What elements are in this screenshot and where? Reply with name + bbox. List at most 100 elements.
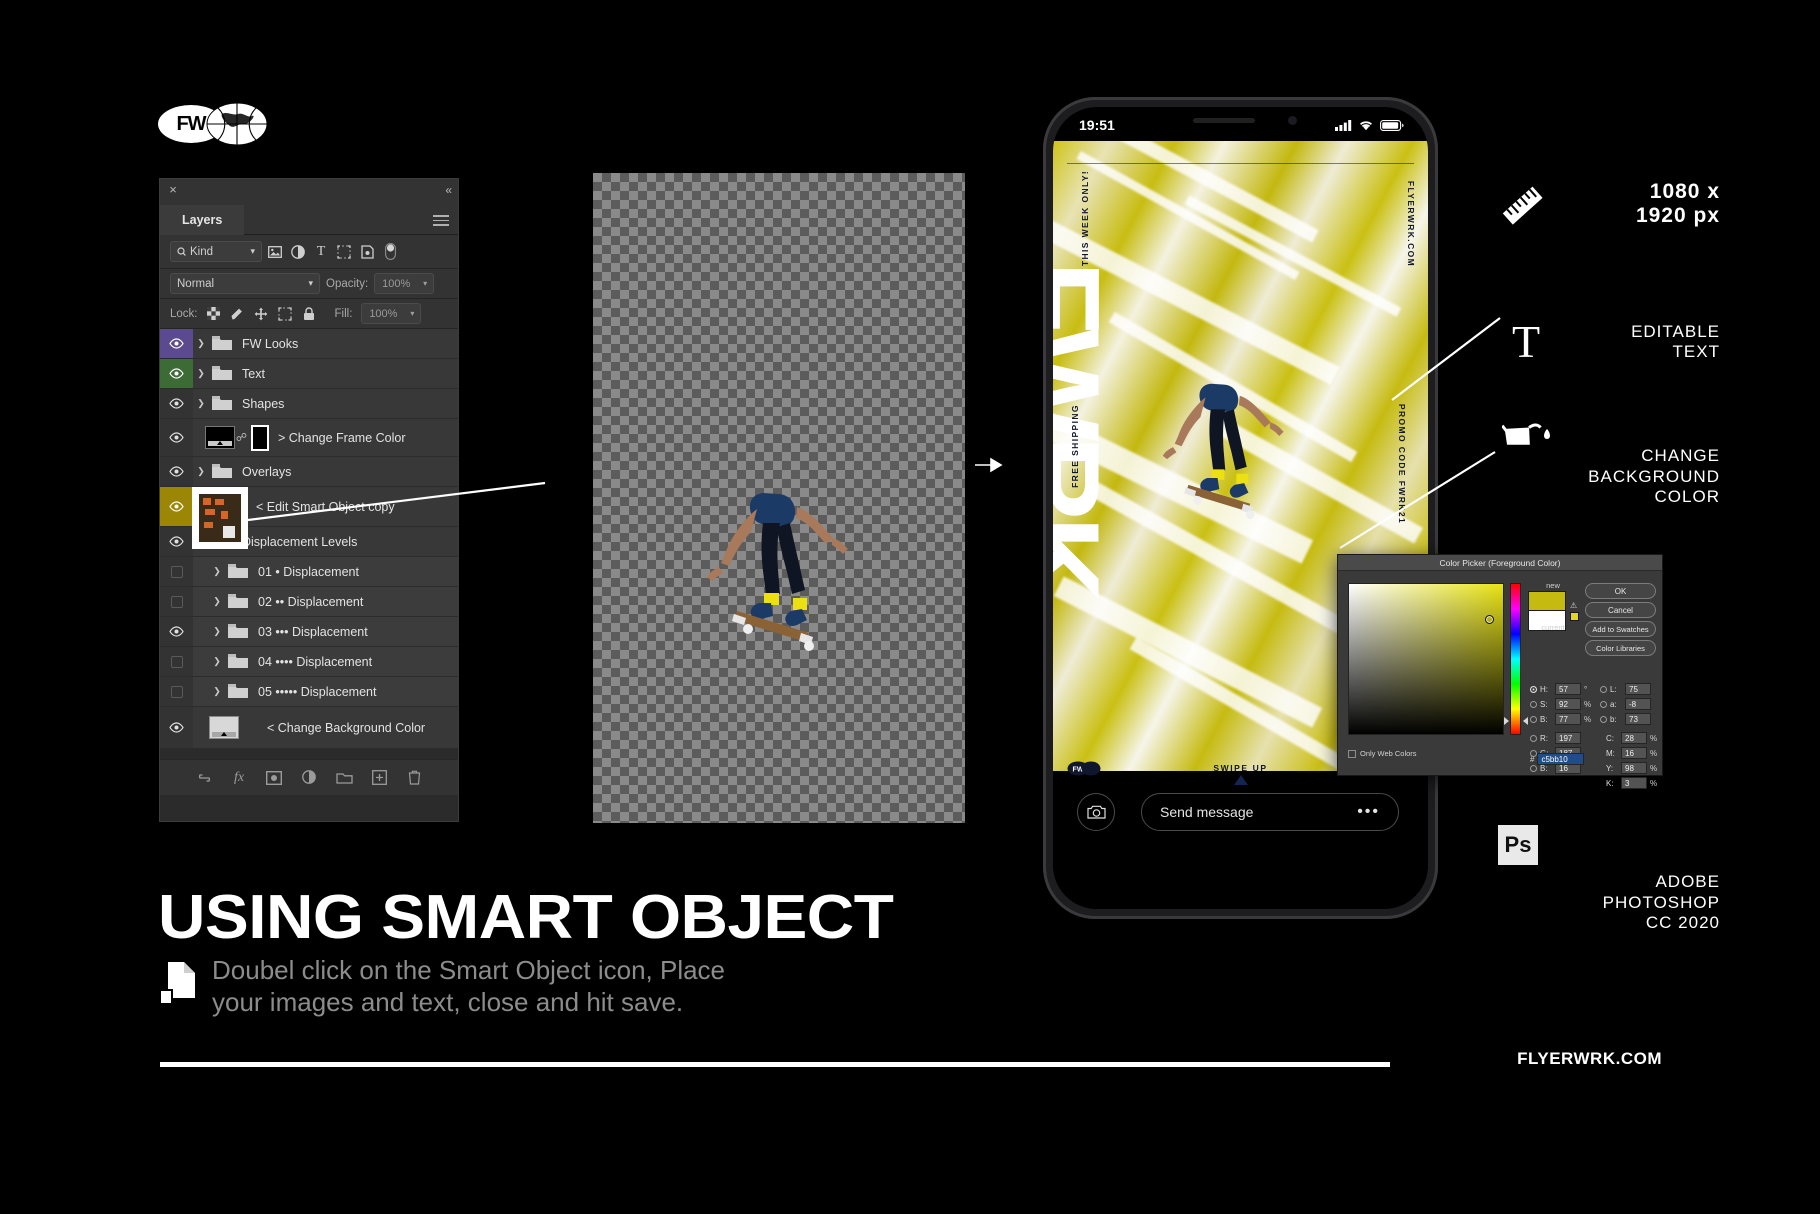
hsb-field-h[interactable]: H: 57 ° xyxy=(1530,683,1592,695)
hsb-field-b[interactable]: B: 77 % xyxy=(1530,713,1592,725)
input-m[interactable]: 16 xyxy=(1621,747,1647,759)
fill-stepper[interactable]: ▾ xyxy=(404,303,422,324)
layer-style-fx-icon[interactable]: fx xyxy=(230,769,248,787)
layer-row-fw-looks[interactable]: ❯ FW Looks xyxy=(160,329,458,359)
smart-object-filter-icon[interactable] xyxy=(357,241,377,262)
expand-arrow-icon[interactable]: ❯ xyxy=(209,596,225,607)
cancel-button[interactable]: Cancel xyxy=(1585,602,1656,618)
input-h[interactable]: 57 xyxy=(1555,683,1581,695)
radio-lab-b[interactable] xyxy=(1600,715,1607,723)
layer-row-02-displacement[interactable]: ❯ 02 •• Displacement xyxy=(160,587,458,617)
lab-field-a[interactable]: a: -8 xyxy=(1600,698,1651,710)
layer-row-change-frame-color[interactable]: ☍ > Change Frame Color xyxy=(160,419,458,457)
tab-layers[interactable]: Layers xyxy=(160,205,245,235)
panel-menu-icon[interactable] xyxy=(433,215,449,226)
cmyk-field-m[interactable]: M: 16 % xyxy=(1606,747,1658,759)
cmyk-field-k[interactable]: K: 3 % xyxy=(1606,777,1658,789)
fill-input[interactable]: 100% xyxy=(361,303,405,324)
input-r[interactable]: 197 xyxy=(1555,732,1581,744)
hex-field[interactable]: # c5bb10 xyxy=(1530,753,1585,765)
collapse-panel-icon[interactable]: « xyxy=(445,183,452,197)
hsb-field-s[interactable]: S: 92 % xyxy=(1530,698,1592,710)
lab-field-l[interactable]: L: 75 xyxy=(1600,683,1651,695)
layer-row-overlays[interactable]: ❯ Overlays xyxy=(160,457,458,487)
layer-visibility-toggle[interactable] xyxy=(160,359,193,388)
radio-h[interactable] xyxy=(1530,685,1537,693)
expand-arrow-icon[interactable]: ❯ xyxy=(193,466,209,477)
layer-mask-thumbnail[interactable] xyxy=(251,424,269,451)
only-web-colors-checkbox[interactable]: Only Web Colors xyxy=(1348,749,1417,758)
adjustment-layer-icon[interactable] xyxy=(300,769,318,787)
hex-input[interactable]: c5bb10 xyxy=(1537,753,1585,765)
lock-artboard-icon[interactable] xyxy=(277,305,294,322)
lab-field-b[interactable]: b: 73 xyxy=(1600,713,1651,725)
lock-position-icon[interactable] xyxy=(253,305,270,322)
pixel-filter-icon[interactable] xyxy=(265,241,285,262)
out-of-gamut-warning-icon[interactable]: ⚠ xyxy=(1570,601,1579,610)
layer-visibility-toggle[interactable] xyxy=(160,647,193,676)
layer-visibility-toggle[interactable] xyxy=(160,527,193,556)
more-options-icon[interactable]: ••• xyxy=(1357,803,1380,821)
input-a[interactable]: -8 xyxy=(1625,698,1651,710)
cmyk-field-c[interactable]: C: 28 % xyxy=(1606,732,1658,744)
lock-image-icon[interactable] xyxy=(229,305,246,322)
layer-visibility-toggle[interactable] xyxy=(160,487,193,526)
layer-visibility-toggle[interactable] xyxy=(160,419,193,456)
camera-button[interactable] xyxy=(1077,793,1115,831)
new-group-icon[interactable] xyxy=(335,769,353,787)
delete-layer-icon[interactable] xyxy=(405,769,423,787)
adjustment-filter-icon[interactable] xyxy=(288,241,308,262)
layer-row-04-displacement[interactable]: ❯ 04 •••• Displacement xyxy=(160,647,458,677)
new-layer-icon[interactable] xyxy=(370,769,388,787)
blend-mode-select[interactable]: Normal ▾ xyxy=(170,273,320,294)
layer-visibility-toggle[interactable] xyxy=(160,707,193,748)
send-message-input[interactable]: Send message ••• xyxy=(1141,793,1399,831)
layer-visibility-toggle[interactable] xyxy=(160,677,193,706)
layer-row-03-displacement[interactable]: ❯ 03 ••• Displacement xyxy=(160,617,458,647)
expand-arrow-icon[interactable]: ❯ xyxy=(209,566,225,577)
checkbox-icon[interactable] xyxy=(1348,749,1356,758)
radio-s[interactable] xyxy=(1530,700,1537,708)
saturation-brightness-field[interactable] xyxy=(1348,583,1504,735)
radio-b[interactable] xyxy=(1530,715,1537,723)
phone-screen[interactable]: 19:51 THIS WEEK ONLY! FREE SHIPPING FLYE… xyxy=(1053,107,1428,909)
color-selection-marker[interactable] xyxy=(1485,615,1494,624)
radio-rgb-b[interactable] xyxy=(1530,764,1537,772)
opacity-input[interactable]: 100% xyxy=(374,273,418,294)
radio-a[interactable] xyxy=(1600,700,1607,708)
expand-arrow-icon[interactable]: ❯ xyxy=(209,656,225,667)
transparent-artboard[interactable]: FWRK FWRK xyxy=(593,173,965,823)
input-l[interactable]: 75 xyxy=(1625,683,1651,695)
opacity-stepper[interactable]: ▾ xyxy=(417,273,435,294)
input-c[interactable]: 28 xyxy=(1621,732,1647,744)
link-mask-icon[interactable]: ☍ xyxy=(235,431,248,444)
radio-l[interactable] xyxy=(1600,685,1607,693)
expand-arrow-icon[interactable]: ❯ xyxy=(209,626,225,637)
expand-arrow-icon[interactable]: ❯ xyxy=(209,686,225,697)
layer-visibility-toggle[interactable] xyxy=(160,557,193,586)
input-y[interactable]: 98 xyxy=(1621,762,1647,774)
add-mask-icon[interactable] xyxy=(265,769,283,787)
layer-visibility-toggle[interactable] xyxy=(160,329,193,358)
input-s[interactable]: 92 xyxy=(1555,698,1581,710)
kind-filter-select[interactable]: Kind ▾ xyxy=(170,241,262,262)
expand-arrow-icon[interactable]: ❯ xyxy=(193,338,209,349)
link-layers-icon[interactable] xyxy=(195,769,213,787)
add-to-swatches-button[interactable]: Add to Swatches xyxy=(1585,621,1656,637)
lock-transparency-icon[interactable] xyxy=(205,305,222,322)
lock-all-icon[interactable] xyxy=(301,305,318,322)
layer-row-01-displacement[interactable]: ❯ 01 • Displacement xyxy=(160,557,458,587)
smart-object-thumbnail[interactable] xyxy=(199,494,241,542)
expand-arrow-icon[interactable]: ❯ xyxy=(193,398,209,409)
layer-row-text[interactable]: ❯ Text xyxy=(160,359,458,389)
close-icon[interactable]: × xyxy=(167,183,179,196)
color-libraries-button[interactable]: Color Libraries xyxy=(1585,640,1656,656)
layer-visibility-toggle[interactable] xyxy=(160,457,193,486)
filter-toggle-switch[interactable] xyxy=(380,241,400,262)
layer-row-05-displacement[interactable]: ❯ 05 ••••• Displacement xyxy=(160,677,458,707)
radio-r[interactable] xyxy=(1530,734,1537,742)
layer-thumbnail[interactable] xyxy=(209,716,239,739)
layer-row-shapes[interactable]: ❯ Shapes xyxy=(160,389,458,419)
rgb-field-r[interactable]: R: 197 xyxy=(1530,732,1581,744)
expand-arrow-icon[interactable]: ❯ xyxy=(193,368,209,379)
